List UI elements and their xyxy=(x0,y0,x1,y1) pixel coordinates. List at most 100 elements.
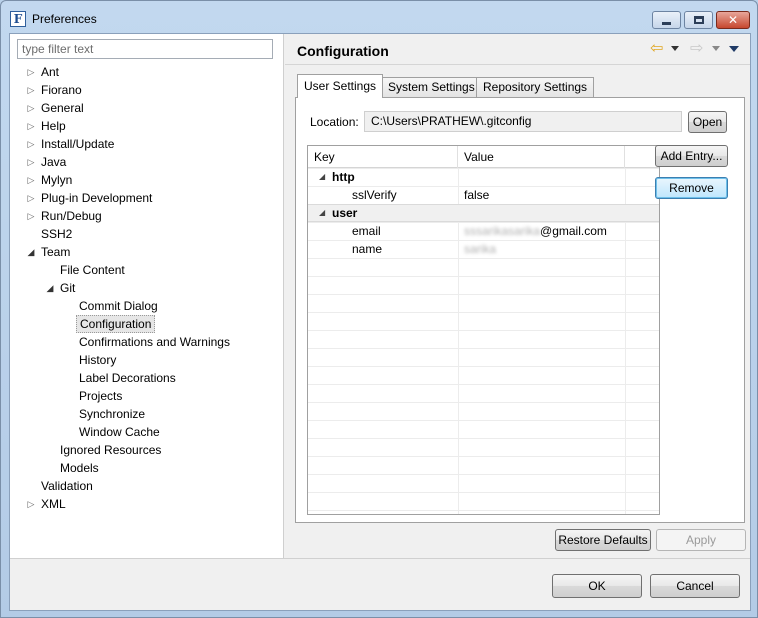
value-text: @gmail.com xyxy=(540,224,607,238)
tree-item[interactable]: Validation xyxy=(10,477,280,495)
tree-item[interactable]: ▷ Help xyxy=(10,117,280,135)
collapse-triangle-icon[interactable]: ▷ xyxy=(26,117,36,135)
dialog-client-area: ▷ Ant ▷ Fiorano ▷ General ▷ Help ▷ Install/Update… xyxy=(9,33,751,611)
page-title: Configuration xyxy=(297,43,389,59)
tree-item[interactable]: Configuration xyxy=(10,315,280,333)
row-key: name xyxy=(352,242,383,256)
tree-item[interactable]: ▷ General xyxy=(10,99,280,117)
expand-triangle-icon[interactable]: ◢ xyxy=(45,279,55,297)
table-row[interactable]: sslVerify false xyxy=(308,186,659,204)
collapse-triangle-icon[interactable]: ▷ xyxy=(26,189,36,207)
tree-item[interactable]: ▷ Java xyxy=(10,153,280,171)
tree-item[interactable]: ▷ Plug-in Development xyxy=(10,189,280,207)
collapse-triangle-icon[interactable]: ▷ xyxy=(26,99,36,117)
tree-item-label: General xyxy=(41,101,84,115)
user-settings-panel: Location: C:\Users\PRATHEW\.gitconfig Op… xyxy=(295,97,745,523)
collapse-triangle-icon[interactable]: ▷ xyxy=(26,81,36,99)
chevron-down-icon[interactable] xyxy=(712,46,720,51)
location-value: C:\Users\PRATHEW\.gitconfig xyxy=(371,114,532,128)
app-icon: F xyxy=(10,11,26,27)
tree-item[interactable]: Confirmations and Warnings xyxy=(10,333,280,351)
chevron-down-icon[interactable] xyxy=(671,46,679,51)
config-table[interactable]: Key Value ◢ http sslVerify false ◢ user email s… xyxy=(307,145,660,515)
tree-item[interactable]: Label Decorations xyxy=(10,369,280,387)
expand-triangle-icon[interactable]: ◢ xyxy=(26,243,36,261)
tree-item[interactable]: Synchronize xyxy=(10,405,280,423)
row-key: user xyxy=(332,206,358,220)
expand-triangle-icon[interactable]: ◢ xyxy=(319,205,325,221)
minimize-button[interactable] xyxy=(652,11,681,29)
apply-button[interactable]: Apply xyxy=(656,529,746,551)
tree-item[interactable]: ◢ Team xyxy=(10,243,280,261)
tree-item-label: Fiorano xyxy=(41,83,82,97)
tree-item[interactable]: Models xyxy=(10,459,280,477)
redacted-value: sarika xyxy=(464,242,497,256)
tree-item[interactable]: History xyxy=(10,351,280,369)
forward-arrow-icon[interactable]: ⇨ xyxy=(690,41,703,57)
tree-item[interactable]: File Content xyxy=(10,261,280,279)
table-row[interactable]: ◢ user xyxy=(308,204,659,222)
maximize-button[interactable] xyxy=(684,11,713,29)
add-entry-button[interactable]: Add Entry... xyxy=(655,145,728,167)
expand-triangle-icon[interactable]: ◢ xyxy=(319,168,325,186)
tree-item[interactable]: Window Cache xyxy=(10,423,280,441)
cancel-button[interactable]: Cancel xyxy=(650,574,740,598)
tree-item[interactable]: ▷ Ant xyxy=(10,63,280,81)
collapse-triangle-icon[interactable]: ▷ xyxy=(26,207,36,225)
tree-item-label: Plug-in Development xyxy=(41,191,153,205)
tree-item[interactable]: ◢ Git xyxy=(10,279,280,297)
tree-item[interactable]: ▷ XML xyxy=(10,495,280,513)
tree-item[interactable]: ▷ Install/Update xyxy=(10,135,280,153)
preferences-window: F Preferences ✕ ▷ Ant ▷ Fiorano ▷ General ▷ Hel… xyxy=(0,0,758,618)
row-key: http xyxy=(332,170,355,184)
column-header-key[interactable]: Key xyxy=(308,146,458,168)
tree-item[interactable]: ▷ Run/Debug xyxy=(10,207,280,225)
tab-user-settings[interactable]: User Settings xyxy=(297,74,384,98)
tree-item-label: Models xyxy=(60,461,99,475)
minimize-icon xyxy=(662,21,671,25)
tree-item-label: Help xyxy=(41,119,66,133)
row-value: false xyxy=(464,186,489,204)
collapse-triangle-icon[interactable]: ▷ xyxy=(26,495,36,513)
filter-input[interactable] xyxy=(17,39,273,59)
configuration-page: Configuration ⇦ ⇨ User Settings System S… xyxy=(285,34,750,558)
tree-item-label: Projects xyxy=(79,389,123,403)
footer-divider xyxy=(10,558,750,559)
tree-item-label: Window Cache xyxy=(79,425,160,439)
title-bar[interactable]: F Preferences ✕ xyxy=(1,1,757,35)
collapse-triangle-icon[interactable]: ▷ xyxy=(26,153,36,171)
tree-item[interactable]: ▷ Fiorano xyxy=(10,81,280,99)
back-arrow-icon[interactable]: ⇦ xyxy=(650,41,663,57)
column-header-value[interactable]: Value xyxy=(458,146,625,168)
value-text: false xyxy=(464,188,490,202)
tree-item-label: Ant xyxy=(41,65,60,79)
tree-item[interactable]: ▷ Mylyn xyxy=(10,171,280,189)
collapse-triangle-icon[interactable]: ▷ xyxy=(26,135,36,153)
tab-repository-settings[interactable]: Repository Settings xyxy=(476,77,595,97)
tree-item[interactable]: Commit Dialog xyxy=(10,297,280,315)
close-button[interactable]: ✕ xyxy=(716,11,750,29)
open-button[interactable]: Open xyxy=(688,111,727,133)
table-row[interactable]: email sssarikasarika@gmail.com xyxy=(308,222,659,240)
ok-button[interactable]: OK xyxy=(552,574,642,598)
row-key: email xyxy=(352,224,381,238)
collapse-triangle-icon[interactable]: ▷ xyxy=(26,63,36,81)
tree-item[interactable]: Projects xyxy=(10,387,280,405)
tree-item-label: Configuration xyxy=(76,315,156,333)
view-menu-icon[interactable] xyxy=(729,46,739,52)
header-divider xyxy=(285,64,750,65)
table-row[interactable]: name sarika xyxy=(308,240,659,258)
collapse-triangle-icon[interactable]: ▷ xyxy=(26,171,36,189)
tree-item[interactable]: Ignored Resources xyxy=(10,441,280,459)
preferences-tree: ▷ Ant ▷ Fiorano ▷ General ▷ Help ▷ Install/Update… xyxy=(10,63,280,513)
table-row[interactable]: ◢ http xyxy=(308,168,659,186)
remove-button[interactable]: Remove xyxy=(655,177,728,199)
row-key: sslVerify xyxy=(352,188,397,202)
table-header: Key Value xyxy=(308,146,659,168)
restore-defaults-button[interactable]: Restore Defaults xyxy=(555,529,651,551)
tree-item-label: Confirmations and Warnings xyxy=(79,335,230,349)
tree-item-label: Validation xyxy=(41,479,93,493)
tree-item-label: Team xyxy=(41,245,71,259)
tab-system-settings[interactable]: System Settings xyxy=(381,77,482,97)
tree-item[interactable]: SSH2 xyxy=(10,225,280,243)
